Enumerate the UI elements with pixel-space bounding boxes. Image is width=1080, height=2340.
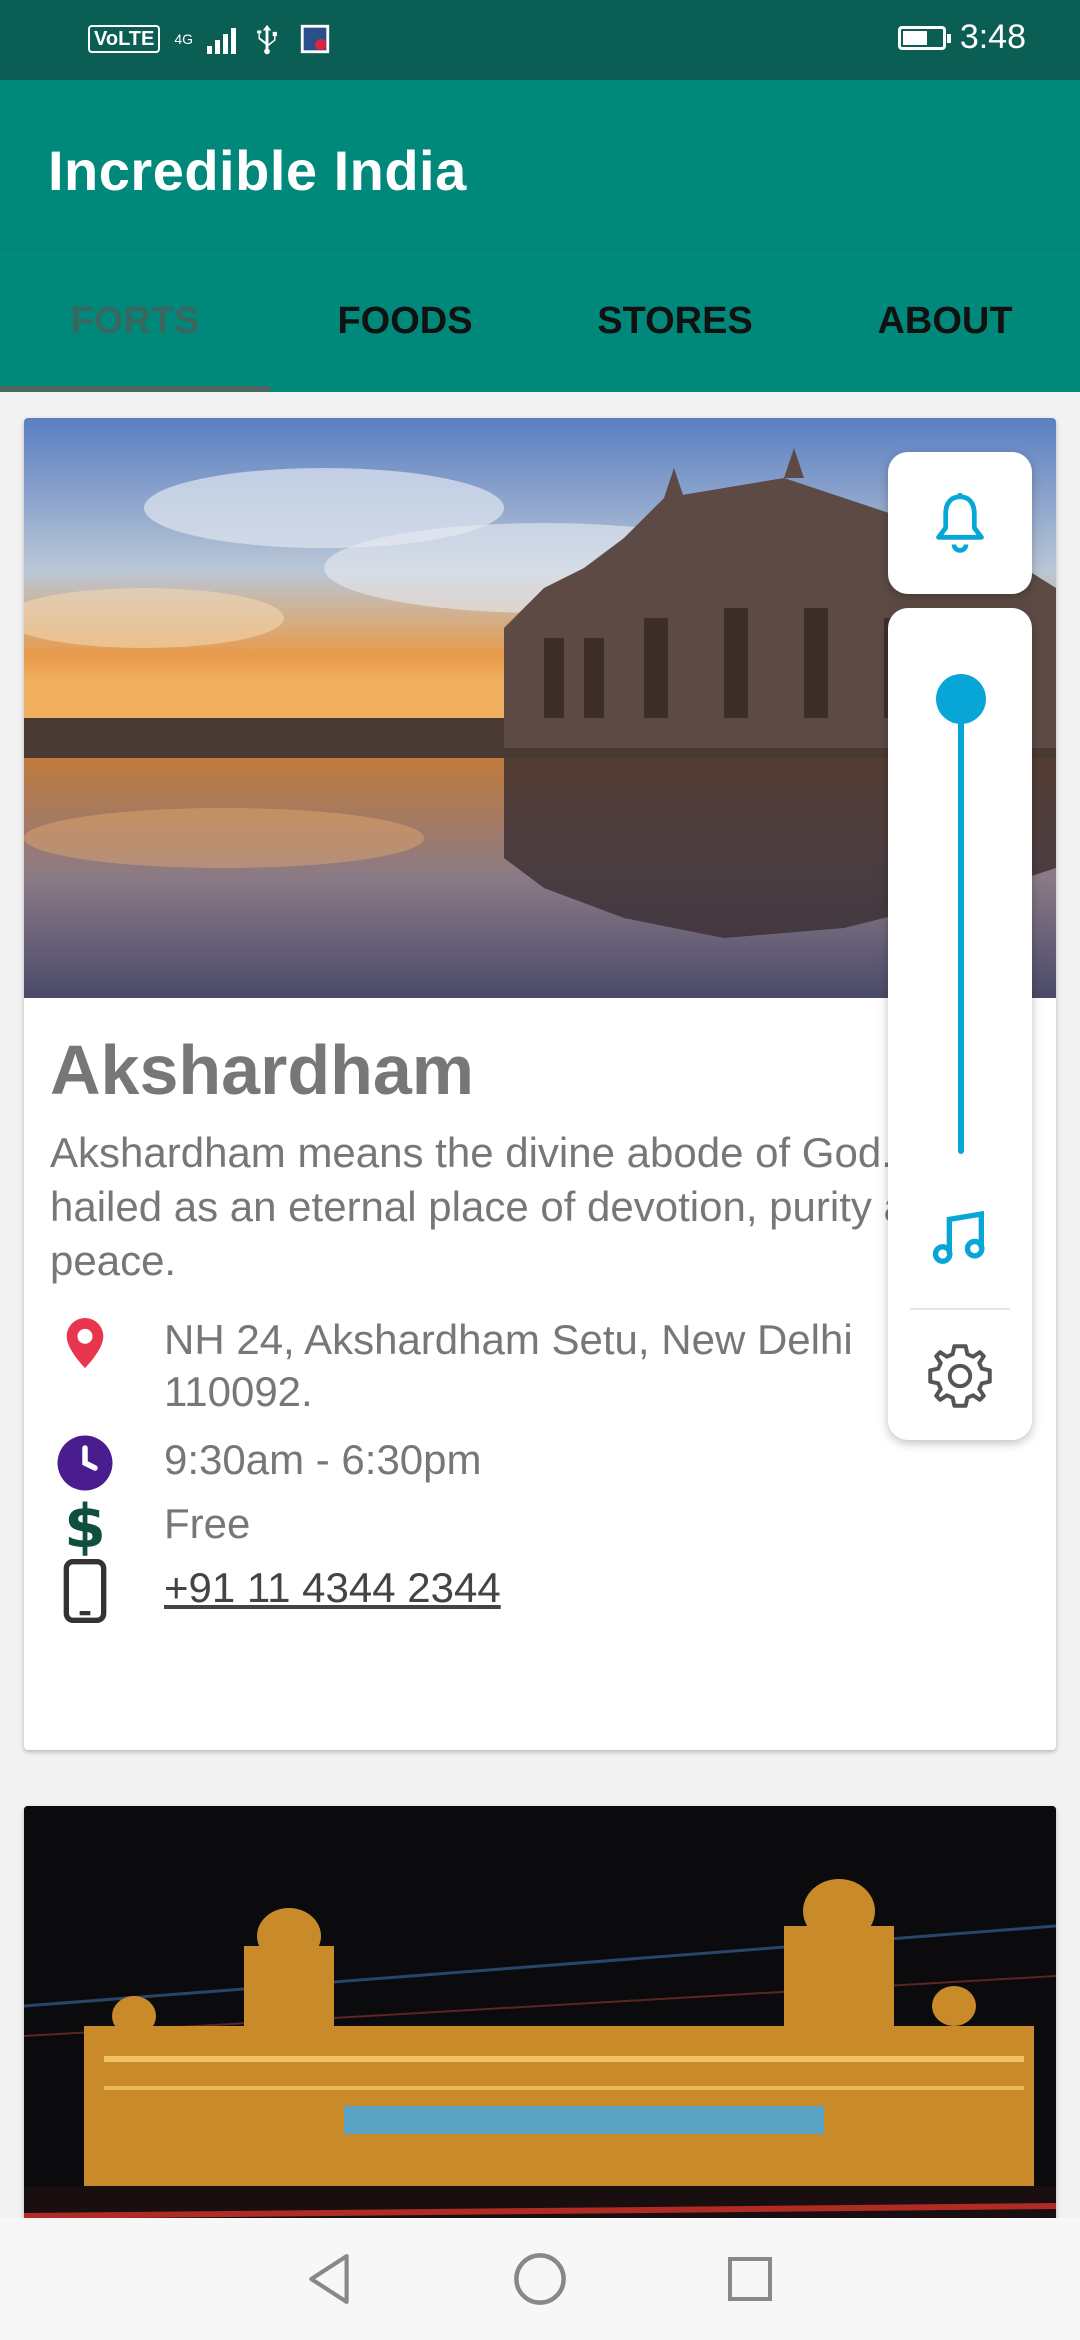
app-title: Incredible India — [48, 139, 467, 202]
recents-button[interactable] — [720, 2249, 780, 2309]
address-text: NH 24, Akshardham Setu, New Delhi 110092… — [164, 1316, 853, 1415]
tab-bar: FORTS FOODS STORES ABOUT — [0, 250, 1080, 392]
tab-foods[interactable]: FOODS — [270, 250, 540, 392]
app-notification-icon — [300, 24, 330, 54]
price-row: $ Free — [50, 1492, 944, 1562]
palace-night-photo — [24, 1806, 1056, 2218]
price-text: Free — [164, 1500, 251, 1547]
home-icon — [514, 2253, 566, 2305]
hours-text: 9:30am - 6:30pm — [164, 1436, 482, 1483]
status-time: 3:48 — [959, 18, 1026, 56]
ringer-mode-button[interactable] — [888, 452, 1032, 594]
volume-slider-knob[interactable] — [936, 674, 986, 724]
volume-slider-track[interactable] — [958, 698, 964, 1154]
volte-badge: VoLTE — [88, 25, 161, 53]
address-row[interactable]: NH 24, Akshardham Setu, New Delhi 110092… — [50, 1308, 944, 1418]
music-note-icon[interactable] — [928, 1206, 992, 1270]
network-type: 4G — [174, 31, 194, 47]
bell-icon — [936, 493, 984, 553]
home-button[interactable] — [510, 2249, 570, 2309]
phone-link[interactable]: +91 11 4344 2344 — [164, 1556, 944, 1614]
clock-icon — [50, 1428, 120, 1498]
status-left-icons: VoLTE 4G — [88, 22, 332, 56]
hours-row: 9:30am - 6:30pm — [50, 1428, 944, 1498]
phone-row[interactable]: +91 11 4344 2344 — [50, 1556, 944, 1626]
recents-icon — [728, 2257, 772, 2301]
place-title: Akshardham — [50, 1031, 475, 1109]
dollar-icon: $ — [64, 1492, 106, 1562]
volume-panel — [888, 608, 1032, 1440]
tab-about[interactable]: ABOUT — [810, 250, 1080, 392]
tab-stores[interactable]: STORES — [540, 250, 810, 392]
app-bar: Incredible India — [0, 80, 1080, 250]
location-pin-icon — [50, 1308, 120, 1378]
battery-icon — [897, 25, 951, 50]
usb-icon — [257, 24, 277, 55]
gear-icon[interactable] — [926, 1342, 994, 1410]
place-card-second[interactable] — [24, 1806, 1056, 2218]
tab-forts[interactable]: FORTS — [0, 250, 270, 392]
system-nav-bar — [0, 2218, 1080, 2340]
phone-icon — [50, 1556, 120, 1626]
status-right-icons: 3:48 — [897, 18, 1026, 57]
signal-icon — [207, 24, 237, 54]
status-bar: VoLTE 4G 3:48 — [0, 0, 1080, 80]
place-description: Akshardham means the divine abode of God… — [50, 1129, 970, 1284]
panel-divider — [910, 1308, 1010, 1310]
back-icon — [309, 2254, 349, 2304]
back-button[interactable] — [300, 2249, 360, 2309]
